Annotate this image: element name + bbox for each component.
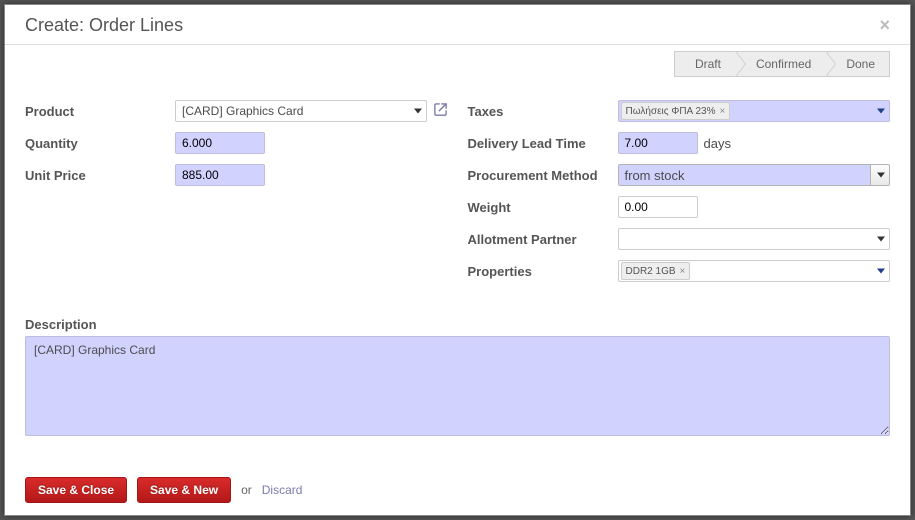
left-column: Product [CARD] Graphics Card Quantity bbox=[25, 95, 448, 287]
procurement-method-label: Procurement Method bbox=[468, 168, 618, 183]
save-close-button[interactable]: Save & Close bbox=[25, 477, 127, 503]
property-tag-label: DDR2 1GB bbox=[626, 266, 676, 277]
external-link-icon[interactable] bbox=[433, 102, 448, 121]
quantity-label: Quantity bbox=[25, 136, 175, 151]
tag-remove-icon[interactable]: × bbox=[680, 266, 686, 277]
discard-link[interactable]: Discard bbox=[262, 483, 303, 497]
tax-tag-label: Πωλήσεις ΦΠΑ 23% bbox=[626, 106, 716, 117]
or-text: or bbox=[241, 483, 252, 497]
stage-draft[interactable]: Draft bbox=[674, 51, 736, 77]
properties-multiselect[interactable]: DDR2 1GB × bbox=[618, 260, 891, 282]
close-icon[interactable]: × bbox=[879, 15, 890, 36]
field-product: Product [CARD] Graphics Card bbox=[25, 95, 448, 127]
properties-label: Properties bbox=[468, 264, 618, 279]
unit-price-label: Unit Price bbox=[25, 168, 175, 183]
chevron-down-icon bbox=[414, 109, 422, 114]
chevron-down-icon bbox=[877, 269, 885, 274]
weight-label: Weight bbox=[468, 200, 618, 215]
chevron-down-icon bbox=[877, 237, 885, 242]
field-weight: Weight bbox=[468, 191, 891, 223]
days-suffix: days bbox=[704, 136, 731, 151]
dialog-title: Create: Order Lines bbox=[25, 15, 183, 36]
tax-tag: Πωλήσεις ΦΠΑ 23% × bbox=[621, 102, 731, 120]
right-column: Taxes Πωλήσεις ΦΠΑ 23% × Delivery Lead T… bbox=[468, 95, 891, 287]
status-bar: Draft Confirmed Done bbox=[25, 51, 890, 77]
create-order-line-dialog: Create: Order Lines × Draft Confirmed Do… bbox=[4, 4, 911, 516]
product-label: Product bbox=[25, 104, 175, 119]
field-taxes: Taxes Πωλήσεις ΦΠΑ 23% × bbox=[468, 95, 891, 127]
description-textarea[interactable] bbox=[25, 336, 890, 436]
product-select[interactable]: [CARD] Graphics Card bbox=[175, 100, 427, 122]
unit-price-input[interactable] bbox=[175, 164, 265, 186]
delivery-lead-time-input[interactable] bbox=[618, 132, 698, 154]
delivery-lead-time-label: Delivery Lead Time bbox=[468, 136, 618, 151]
form-grid: Product [CARD] Graphics Card Quantity bbox=[25, 95, 890, 287]
tag-remove-icon[interactable]: × bbox=[719, 106, 725, 117]
property-tag: DDR2 1GB × bbox=[621, 262, 691, 280]
allotment-partner-select[interactable] bbox=[618, 228, 891, 250]
chevron-down-icon bbox=[877, 109, 885, 114]
dialog-footer: Save & Close Save & New or Discard bbox=[5, 467, 910, 515]
field-quantity: Quantity bbox=[25, 127, 448, 159]
procurement-method-value: from stock bbox=[619, 165, 871, 185]
taxes-multiselect[interactable]: Πωλήσεις ΦΠΑ 23% × bbox=[618, 100, 891, 122]
allotment-partner-label: Allotment Partner bbox=[468, 232, 618, 247]
dialog-body: Draft Confirmed Done Product [CARD] Grap… bbox=[5, 45, 910, 467]
quantity-input[interactable] bbox=[175, 132, 265, 154]
product-select-value: [CARD] Graphics Card bbox=[182, 104, 303, 118]
field-delivery-lead-time: Delivery Lead Time days bbox=[468, 127, 891, 159]
stage-confirmed[interactable]: Confirmed bbox=[736, 51, 826, 77]
description-label: Description bbox=[25, 317, 890, 332]
taxes-label: Taxes bbox=[468, 104, 618, 119]
field-unit-price: Unit Price bbox=[25, 159, 448, 191]
dialog-header: Create: Order Lines × bbox=[5, 5, 910, 45]
select-button-icon bbox=[870, 165, 889, 185]
procurement-method-select[interactable]: from stock bbox=[618, 164, 891, 186]
field-procurement-method: Procurement Method from stock bbox=[468, 159, 891, 191]
save-new-button[interactable]: Save & New bbox=[137, 477, 231, 503]
description-section: Description bbox=[25, 317, 890, 439]
weight-input[interactable] bbox=[618, 196, 698, 218]
field-allotment-partner: Allotment Partner bbox=[468, 223, 891, 255]
field-properties: Properties DDR2 1GB × bbox=[468, 255, 891, 287]
